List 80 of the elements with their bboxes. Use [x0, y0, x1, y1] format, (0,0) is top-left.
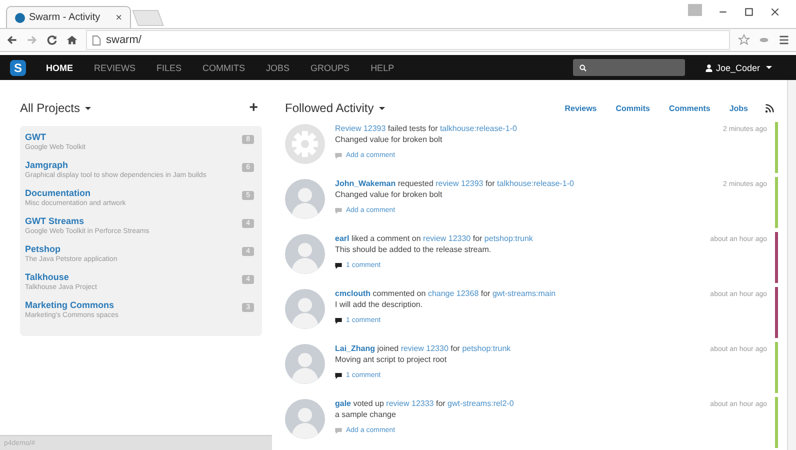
reload-icon[interactable]: [46, 34, 58, 46]
activity-link[interactable]: talkhouse:release-1-0: [497, 179, 574, 188]
home-icon[interactable]: [66, 34, 78, 46]
user-icon: [704, 64, 713, 72]
address-field[interactable]: swarm/: [86, 30, 730, 50]
project-link[interactable]: GWT: [25, 132, 242, 143]
user-link[interactable]: gale: [335, 399, 352, 408]
swarm-logo[interactable]: S: [10, 60, 26, 76]
user-link[interactable]: earl: [335, 234, 350, 243]
project-link[interactable]: Marketing Commons: [25, 300, 242, 311]
nav-tab[interactable]: FILES: [156, 62, 182, 72]
user-link[interactable]: John_Wakeman: [335, 179, 396, 188]
user-link[interactable]: cmclouth: [335, 289, 371, 298]
caret-icon: [378, 106, 385, 112]
search-field[interactable]: [572, 59, 685, 76]
activity-description: Moving ant script to project root: [335, 355, 448, 364]
activity-link[interactable]: talkhouse:release-1-0: [440, 124, 517, 133]
avatar-silhouette[interactable]: [285, 399, 325, 439]
avatar-silhouette[interactable]: [285, 234, 325, 274]
forward-icon[interactable]: [26, 34, 38, 46]
gear-icon: [285, 124, 325, 164]
activity-headline: Lai_Zhang joined review 12330 for petshop:trunk: [335, 344, 511, 353]
project-link[interactable]: Jamgraph: [25, 160, 242, 171]
nav-tab[interactable]: HELP: [370, 62, 394, 72]
scrollbar[interactable]: [787, 80, 796, 450]
activity-link[interactable]: petshop:trunk: [484, 234, 533, 243]
nav-tab[interactable]: HOME: [46, 62, 73, 72]
activity-link[interactable]: change 12368: [428, 289, 479, 298]
filter-link[interactable]: Reviews: [564, 104, 597, 112]
activity-link[interactable]: gwt-streams:main: [492, 289, 556, 298]
activity-link[interactable]: gwt-streams:rel2-0: [448, 399, 514, 408]
activity-headline: gale voted up review 12333 for gwt-streams:rel2-0: [335, 399, 514, 408]
activity-headline: earl liked a comment on review 12330 for petshop:trunk: [335, 234, 533, 243]
activity-headline: Review 12393 failed tests for talkhouse:release-1-0: [335, 124, 517, 133]
avatar-silhouette[interactable]: [285, 344, 325, 384]
nav-tab[interactable]: REVIEWS: [94, 62, 136, 72]
project-link[interactable]: Documentation: [25, 188, 242, 199]
activity-description: I will add the description.: [335, 300, 424, 309]
activity-description: a sample change: [335, 410, 397, 419]
search-icon: [578, 64, 587, 72]
filter-link[interactable]: Comments: [668, 104, 710, 112]
activity-heading[interactable]: Followed Activity: [285, 101, 385, 115]
menu-icon[interactable]: [778, 34, 790, 46]
close-tab-button[interactable]: ×: [116, 12, 122, 24]
avatar-silhouette[interactable]: [285, 289, 325, 329]
activity-headline: John_Wakeman requested review 12393 for talkhouse:release-1-0: [335, 179, 574, 188]
activity-description: Changed value for broken bolt: [335, 190, 444, 199]
nav-tab[interactable]: GROUPS: [310, 62, 350, 72]
project-link[interactable]: Petshop: [25, 244, 242, 255]
activity-link[interactable]: Review 12393: [335, 124, 386, 133]
project-link[interactable]: Talkhouse: [25, 272, 242, 283]
project-link[interactable]: GWT Streams: [25, 216, 242, 227]
tab-title: Swarm - Activity: [29, 12, 102, 23]
activity-link[interactable]: review 12330: [423, 234, 471, 243]
close-icon[interactable]: [770, 7, 780, 17]
new-tab-button[interactable]: [132, 10, 164, 26]
user-link[interactable]: Lai_Zhang: [335, 344, 376, 353]
nav-tab[interactable]: COMMITS: [202, 62, 246, 72]
activity-link[interactable]: review 12330: [400, 344, 448, 353]
activity-description: This should be added to the release stream.: [335, 245, 492, 254]
filter-link[interactable]: Commits: [616, 104, 650, 112]
projects-heading[interactable]: All Projects: [20, 101, 92, 115]
rss-icon[interactable]: [765, 104, 774, 112]
star-icon[interactable]: [738, 34, 750, 46]
caret-icon: [85, 106, 92, 112]
user-name: Joe_Coder: [716, 62, 760, 72]
maximize-icon[interactable]: [744, 7, 754, 17]
nav-tab[interactable]: JOBS: [266, 62, 290, 72]
activity-link[interactable]: review 12333: [386, 399, 434, 408]
activity-headline: cmclouth commented on change 12368 for gwt-streams:main: [335, 289, 556, 298]
filter-link[interactable]: Jobs: [729, 104, 748, 112]
activity-link[interactable]: review 12393: [436, 179, 484, 188]
avatar-silhouette[interactable]: [285, 179, 325, 219]
browser-tab[interactable]: Swarm - Activity ×: [6, 6, 131, 28]
page-icon: [92, 34, 101, 46]
back-icon[interactable]: [6, 34, 18, 46]
activity-link[interactable]: petshop:trunk: [462, 344, 511, 353]
user-menu[interactable]: Joe_Coder: [704, 62, 772, 72]
activity-description: Changed value for broken bolt: [335, 135, 444, 144]
add-project-button[interactable]: +: [249, 101, 258, 115]
